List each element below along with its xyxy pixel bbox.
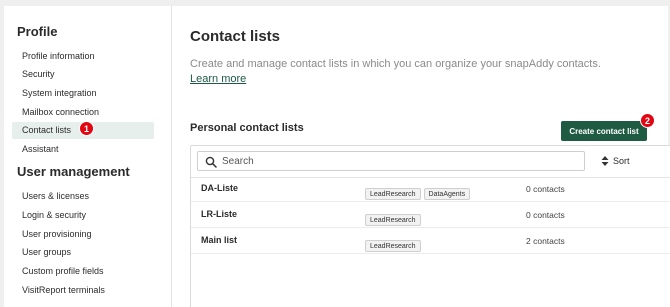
table-row[interactable]: DA-Liste LeadResearch DataAgents 0 contac…	[191, 177, 670, 202]
page-title: Contact lists	[190, 28, 281, 45]
tag-badge: DataAgents	[423, 188, 471, 200]
sidebar-item-mailbox-connection[interactable]: Mailbox connection	[12, 104, 154, 121]
contact-count: 0 contacts	[526, 184, 565, 194]
table-row[interactable]: Main list LeadResearch 2 contacts	[191, 229, 670, 254]
learn-more-link[interactable]: Learn more	[190, 72, 246, 87]
section-title: Personal contact lists	[190, 122, 304, 134]
search-icon	[205, 156, 217, 168]
table-row[interactable]: LR-Liste LeadResearch 0 contacts	[191, 203, 670, 228]
sidebar-item-system-integration[interactable]: System integration	[12, 85, 154, 102]
contact-count: 2 contacts	[526, 236, 565, 246]
sidebar-item-custom-profile-fields[interactable]: Custom profile fields	[12, 263, 154, 280]
page-description: Create and manage contact lists in which…	[190, 58, 601, 70]
step-marker-2: 2	[640, 113, 655, 128]
list-name: DA-Liste	[201, 183, 239, 193]
search-input[interactable]	[222, 153, 572, 169]
sidebar-item-profile-information[interactable]: Profile information	[12, 48, 154, 65]
list-name: LR-Liste	[201, 209, 237, 219]
tag-badge: LeadResearch	[365, 188, 421, 200]
list-name: Main list	[201, 235, 238, 245]
list-tags: LeadResearch	[365, 235, 424, 253]
sidebar-item-security[interactable]: Security	[12, 66, 154, 83]
user-management-heading: User management	[17, 164, 130, 179]
tag-badge: LeadResearch	[365, 214, 421, 226]
sort-label: Sort	[613, 156, 630, 166]
sidebar-item-assistant[interactable]: Assistant	[12, 141, 154, 158]
sort-button[interactable]: Sort	[597, 151, 637, 171]
create-contact-list-button[interactable]: Create contact list	[561, 121, 647, 141]
list-tags: LeadResearch	[365, 209, 424, 227]
sidebar-item-user-provisioning[interactable]: User provisioning	[12, 226, 154, 243]
contact-lists-table: Sort DA-Liste LeadResearchDataAgents 0 c…	[190, 145, 670, 307]
settings-sidebar: Profile Profile information Security Sys…	[4, 6, 172, 307]
search-box	[197, 151, 585, 171]
tag-badge: LeadResearch	[365, 240, 421, 252]
sidebar-item-visitreport-terminals[interactable]: VisitReport terminals	[12, 282, 154, 299]
sidebar-item-user-groups[interactable]: User groups	[12, 244, 154, 261]
profile-heading: Profile	[17, 24, 58, 39]
sort-arrows-icon	[601, 156, 609, 166]
sidebar-item-users-licenses[interactable]: Users & licenses	[12, 188, 154, 205]
contact-count: 0 contacts	[526, 210, 565, 220]
list-tags: LeadResearch DataAgents	[365, 183, 473, 201]
sidebar-item-login-security[interactable]: Login & security	[12, 207, 154, 224]
step-marker-1: 1	[79, 121, 94, 136]
